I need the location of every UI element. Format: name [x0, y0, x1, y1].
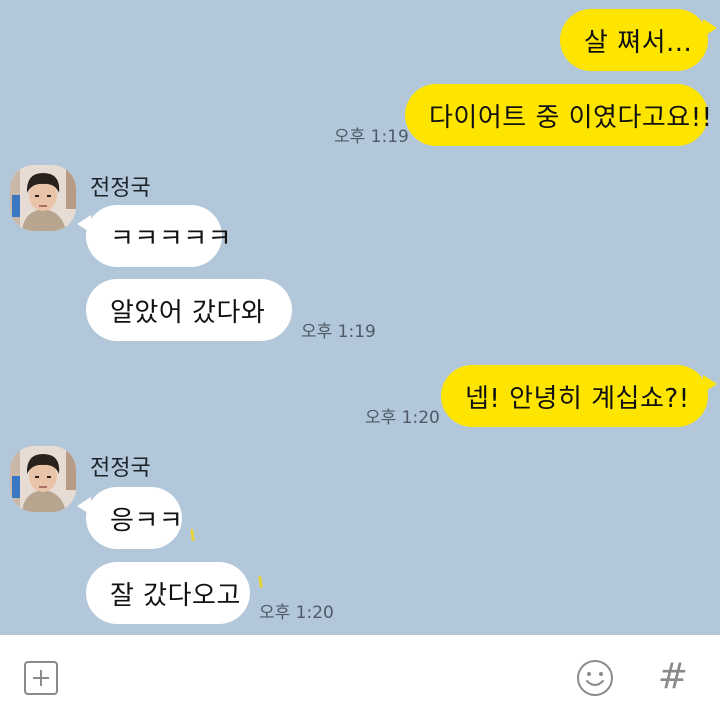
contact-name: 전정국	[90, 456, 151, 481]
contact-avatar[interactable]	[10, 446, 76, 512]
message-text: 응ㅋㅋ	[110, 505, 184, 536]
my-message-bubble[interactable]: 살 쪄서...	[560, 9, 717, 71]
message-text: ㅋㅋㅋㅋㅋ	[110, 223, 233, 254]
contact-name: 전정국	[90, 176, 151, 201]
message-text: 잘 갔다오고	[110, 580, 241, 611]
my-message-bubble[interactable]: 넵! 안녕히 계십쇼?!	[441, 365, 717, 427]
hashtag-icon[interactable]: #	[656, 655, 690, 699]
plus-icon[interactable]	[24, 661, 58, 695]
their-message-bubble[interactable]: 알았어 갔다와	[86, 279, 292, 341]
message-timestamp: 오후 1:19	[301, 322, 376, 342]
profile-photo-icon	[10, 165, 76, 231]
message-text: 넵! 안녕히 계십쇼?!	[465, 383, 690, 414]
message-text: 살 쪄서...	[584, 27, 693, 58]
message-timestamp: 오후 1:19	[334, 127, 409, 147]
message-input-bar[interactable]: #	[0, 635, 720, 719]
message-text: 알았어 갔다와	[110, 297, 266, 328]
their-message-bubble[interactable]: ㅋㅋㅋㅋㅋ	[77, 205, 232, 267]
message-text: 다이어트 중 이였다고요!!	[429, 102, 713, 133]
message-timestamp: 오후 1:20	[259, 603, 334, 623]
unread-mark-icon	[258, 575, 263, 589]
chat-area[interactable]: 살 쪄서... 다이어트 중 이였다고요!! 오후 1:19 전정국 ㅋㅋㅋㅋㅋ…	[0, 0, 720, 635]
their-message-bubble[interactable]: 잘 갔다오고	[86, 562, 250, 624]
my-message-bubble[interactable]: 다이어트 중 이였다고요!!	[405, 84, 712, 146]
unread-mark-icon	[190, 528, 195, 542]
their-message-bubble[interactable]: 응ㅋㅋ	[77, 487, 184, 549]
message-timestamp: 오후 1:20	[365, 408, 440, 428]
contact-avatar[interactable]	[10, 165, 76, 231]
profile-photo-icon	[10, 446, 76, 512]
smiley-icon[interactable]	[576, 659, 614, 697]
